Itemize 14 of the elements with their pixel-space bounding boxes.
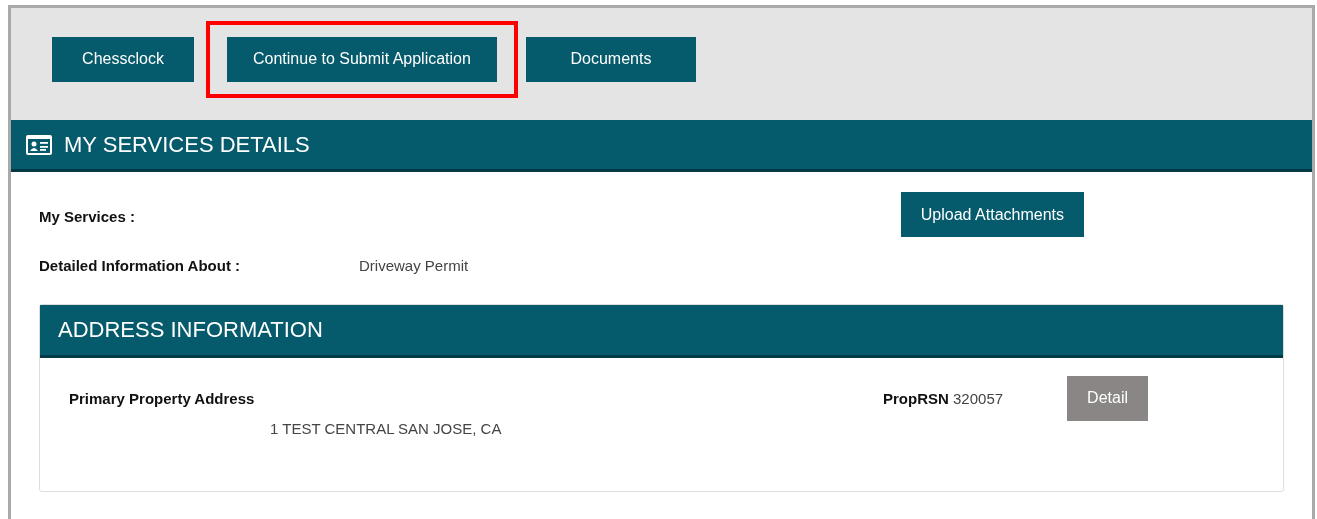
toolbar-button[interactable]: Continue to Submit Application (227, 36, 497, 82)
toolbar-button[interactable]: Documents (525, 36, 696, 82)
field-value: Driveway Permit (359, 256, 469, 276)
prop-rsn-text: PropRSN 320057 (883, 388, 1004, 409)
field-label: Primary Property Address (69, 388, 256, 409)
section-title: MY SERVICES DETAILS (64, 131, 310, 159)
detail-button[interactable]: Detail (1067, 375, 1148, 421)
address-text: 1 TEST CENTRAL SAN JOSE, CA (270, 419, 503, 439)
card-title: ADDRESS INFORMATION (58, 316, 323, 344)
field-label: My Services : (39, 207, 135, 227)
toolbar-button[interactable]: Chessclock (52, 36, 194, 82)
upload-button[interactable]: Upload Attachments (900, 192, 1084, 237)
field-label: Detailed Information About : (39, 256, 242, 276)
id-card-icon (26, 134, 52, 155)
